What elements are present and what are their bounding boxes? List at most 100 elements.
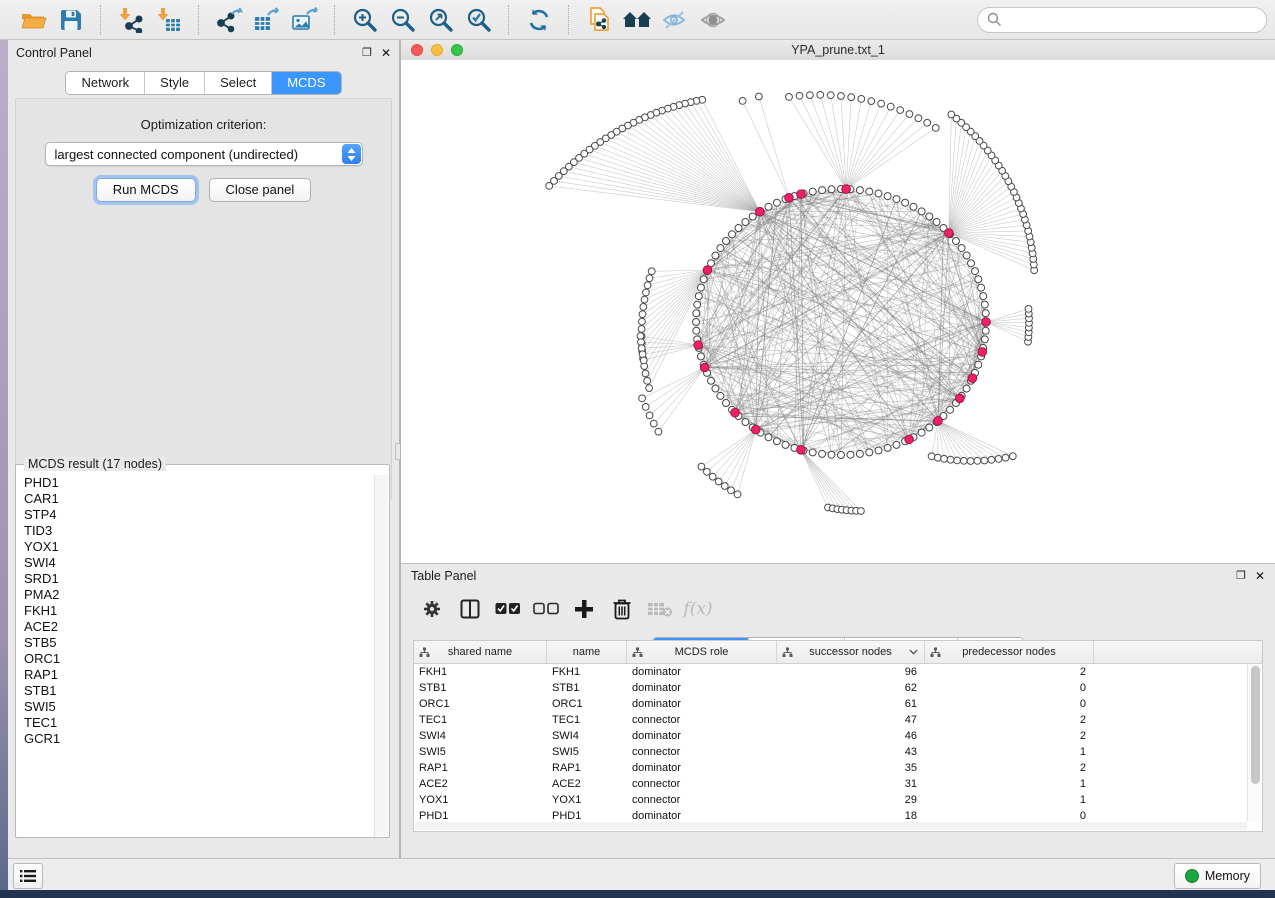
tab-mcds[interactable]: MCDS <box>271 72 340 94</box>
mcds-hub-node[interactable] <box>842 185 851 194</box>
ring-node[interactable] <box>875 447 882 454</box>
ring-node[interactable] <box>735 225 742 232</box>
ring-node[interactable] <box>910 203 917 210</box>
ring-node[interactable] <box>975 361 982 368</box>
float-panel-icon[interactable]: ❐ <box>362 48 372 59</box>
ring-node[interactable] <box>697 284 704 291</box>
table-row[interactable]: FKH1FKH1dominator962 <box>414 664 1262 680</box>
ring-node[interactable] <box>749 213 756 220</box>
float-table-panel-icon[interactable]: ❐ <box>1236 571 1246 582</box>
ring-node[interactable] <box>723 400 730 407</box>
import-network-button[interactable] <box>112 4 150 36</box>
ring-node[interactable] <box>953 238 960 245</box>
leaf-node[interactable] <box>639 311 646 318</box>
ring-node[interactable] <box>982 310 989 317</box>
ring-node[interactable] <box>697 353 704 360</box>
mcds-result-item[interactable]: ACE2 <box>17 619 375 635</box>
mcds-hub-node[interactable] <box>731 408 740 417</box>
table-vertical-scrollbar[interactable] <box>1247 664 1261 822</box>
column-header-MCDS-role[interactable]: MCDS role <box>627 641 777 663</box>
leaf-node[interactable] <box>641 296 648 303</box>
network-canvas[interactable] <box>401 60 1275 563</box>
mcds-hub-node[interactable] <box>785 194 794 203</box>
column-header-name[interactable]: name <box>547 641 627 663</box>
leaf-node[interactable] <box>1025 306 1032 313</box>
leaf-node[interactable] <box>546 183 553 190</box>
open-folder-button[interactable] <box>14 4 52 36</box>
ring-node[interactable] <box>926 424 933 431</box>
leaf-node[interactable] <box>704 468 711 475</box>
leaf-node[interactable] <box>646 385 653 392</box>
deselect-all-button[interactable] <box>529 594 563 624</box>
mcds-result-item[interactable]: STB5 <box>17 635 375 651</box>
leaf-node[interactable] <box>981 457 988 464</box>
leaf-node[interactable] <box>932 125 939 132</box>
table-row[interactable]: STB1STB1dominator620 <box>414 680 1262 696</box>
leaf-node[interactable] <box>646 412 653 419</box>
mcds-result-item[interactable]: GCR1 <box>17 731 375 747</box>
mcds-hub-node[interactable] <box>982 318 991 327</box>
mcds-result-item[interactable]: SRD1 <box>17 571 375 587</box>
mcds-hub-node[interactable] <box>934 417 943 426</box>
ring-node[interactable] <box>968 260 975 267</box>
close-table-panel-icon[interactable]: ✕ <box>1255 570 1265 582</box>
close-window-icon[interactable] <box>411 44 423 56</box>
ring-node[interactable] <box>975 276 982 283</box>
leaf-node[interactable] <box>646 275 653 282</box>
criterion-dropdown[interactable]: largest connected component (undirected) <box>45 142 363 166</box>
table-row[interactable]: RAP1RAP1dominator352 <box>414 760 1262 776</box>
minimize-window-icon[interactable] <box>431 44 443 56</box>
tab-select[interactable]: Select <box>204 72 271 94</box>
table-row[interactable]: TEC1TEC1connector472 <box>414 712 1262 728</box>
leaf-node[interactable] <box>721 483 728 490</box>
ring-node[interactable] <box>782 441 789 448</box>
ring-node[interactable] <box>933 219 940 226</box>
mcds-hub-node[interactable] <box>797 190 806 199</box>
select-all-button[interactable] <box>491 594 525 624</box>
add-row-button[interactable] <box>567 594 601 624</box>
column-header-successor-nodes[interactable]: successor nodes <box>777 641 925 663</box>
ring-node[interactable] <box>866 188 873 195</box>
leaf-node[interactable] <box>848 94 855 101</box>
ring-node[interactable] <box>884 444 891 451</box>
memory-button[interactable]: Memory <box>1174 863 1261 889</box>
mcds-hub-node[interactable] <box>752 425 761 434</box>
search-input[interactable] <box>1008 12 1257 28</box>
mcds-result-item[interactable]: SWI5 <box>17 699 375 715</box>
ring-node[interactable] <box>809 188 816 195</box>
mcds-hub-node[interactable] <box>797 446 806 455</box>
leaf-node[interactable] <box>954 457 961 464</box>
leaf-node[interactable] <box>756 93 763 100</box>
ring-node[interactable] <box>773 199 780 206</box>
ring-node[interactable] <box>693 310 700 317</box>
maximize-window-icon[interactable] <box>451 44 463 56</box>
leaf-node[interactable] <box>858 508 865 515</box>
leaf-node[interactable] <box>796 92 803 99</box>
ring-node[interactable] <box>717 392 724 399</box>
leaf-node[interactable] <box>640 357 647 364</box>
network-graph[interactable] <box>401 60 1275 563</box>
ring-node[interactable] <box>918 429 925 436</box>
mcds-result-item[interactable]: FKH1 <box>17 603 375 619</box>
ring-node[interactable] <box>963 252 970 259</box>
leaf-node[interactable] <box>642 404 649 411</box>
mcds-result-scrollbar[interactable] <box>374 475 388 836</box>
ring-node[interactable] <box>809 449 816 456</box>
mcds-result-item[interactable]: TEC1 <box>17 715 375 731</box>
leaf-node[interactable] <box>928 453 935 460</box>
leaf-node[interactable] <box>786 94 793 101</box>
leaf-node[interactable] <box>639 395 646 402</box>
leaf-node[interactable] <box>698 463 705 470</box>
zoom-in-button[interactable] <box>346 4 384 36</box>
ring-node[interactable] <box>963 385 970 392</box>
leaf-node[interactable] <box>827 92 834 99</box>
column-visibility-button[interactable] <box>453 594 487 624</box>
mcds-hub-node[interactable] <box>978 348 987 357</box>
ring-node[interactable] <box>765 434 772 441</box>
mcds-result-item[interactable]: PMA2 <box>17 587 375 603</box>
ring-node[interactable] <box>742 219 749 226</box>
table-row[interactable]: SWI4SWI4dominator462 <box>414 728 1262 744</box>
leaf-node[interactable] <box>988 456 995 463</box>
mcds-result-item[interactable]: STB1 <box>17 683 375 699</box>
ring-node[interactable] <box>856 450 863 457</box>
